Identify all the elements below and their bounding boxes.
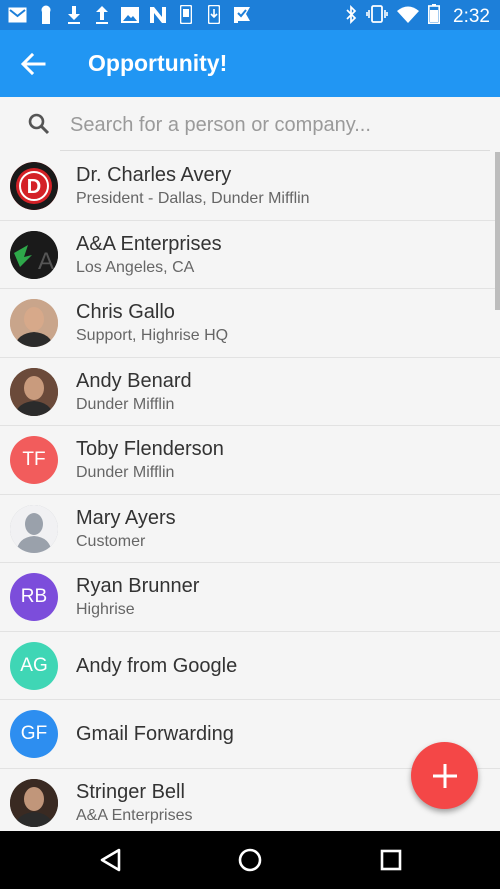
contact-name: Chris Gallo: [76, 301, 175, 323]
status-time: 2:32: [453, 6, 490, 27]
n-app-icon: [148, 5, 167, 24]
contact-subtitle: Highrise: [76, 601, 135, 618]
contact-avatar: [10, 367, 58, 416]
bluetooth-icon: [345, 4, 357, 30]
contact-subtitle: Dunder Mifflin: [76, 395, 175, 413]
contact-name: Toby Flenderson: [76, 438, 224, 460]
contact-subtitle: A&A Enterprises: [76, 806, 193, 824]
avatar-initials: AG: [20, 654, 48, 676]
contact-subtitle: Dunder Mifflin: [76, 464, 175, 481]
contact-avatar: [10, 299, 58, 347]
contact-row[interactable]: D Dr. Charles Avery President - Dallas, Du…: [0, 152, 500, 221]
avatar-initials: TF: [22, 449, 46, 470]
contact-row[interactable]: Andy Benard Dunder Mifflin: [0, 358, 500, 426]
contact-name: Gmail Forwarding: [76, 723, 234, 745]
back-triangle-icon[interactable]: [98, 847, 124, 873]
status-bar: 2:32: [0, 0, 500, 30]
contact-avatar: RB: [10, 573, 58, 621]
contact-row[interactable]: RB Ryan Brunner Highrise: [0, 563, 500, 632]
wifi-icon: [397, 6, 420, 29]
search-input[interactable]: [68, 108, 482, 142]
battery-icon: [428, 4, 441, 30]
contact-avatar: GF: [10, 710, 58, 758]
phone-icon: [176, 5, 195, 24]
avatar-initials: RB: [20, 586, 48, 607]
contact-row[interactable]: AG Andy from Google: [0, 632, 500, 700]
contact-name: Andy from Google: [76, 654, 238, 677]
vibrate-icon: [366, 5, 388, 29]
phone-download-icon: [204, 5, 223, 24]
contact-row[interactable]: A A&A Enterprises Los Angeles, CA: [0, 221, 500, 289]
contact-list[interactable]: D Dr. Charles Avery President - Dallas, Du…: [0, 152, 500, 831]
contact-subtitle: Support, Highrise HQ: [76, 327, 229, 344]
contact-row[interactable]: Chris Gallo Support, Highrise HQ: [0, 289, 500, 358]
contact-subtitle: President - Dallas, Dunder Mifflin: [76, 190, 310, 207]
contact-subtitle: Customer: [76, 532, 146, 550]
add-contact-button[interactable]: [411, 742, 478, 809]
avatar-initials: GF: [20, 723, 48, 744]
page-title: Opportunity!: [88, 50, 228, 76]
contact-name: A&A Enterprises: [76, 232, 222, 255]
contact-avatar: D: [10, 162, 58, 210]
contact-avatar: TF: [10, 436, 58, 484]
contact-row[interactable]: TF Toby Flenderson Dunder Mifflin: [0, 426, 500, 495]
search-bar: [0, 97, 500, 152]
contact-avatar: [10, 778, 58, 827]
search-icon: [27, 112, 51, 136]
contact-avatar: A: [10, 230, 58, 279]
search-underline: [60, 150, 490, 151]
contact-row[interactable]: Mary Ayers Customer: [0, 495, 500, 563]
scrollbar[interactable]: [495, 152, 500, 310]
contact-avatar: AG: [10, 641, 58, 690]
svg-text:A: A: [38, 248, 54, 275]
back-arrow-icon[interactable]: [20, 51, 46, 77]
check-flag-icon: [232, 5, 251, 24]
recents-square-icon[interactable]: [378, 847, 404, 873]
contact-name: Ryan Brunner: [76, 575, 200, 597]
download-icon: [64, 5, 83, 24]
contact-name: Stringer Bell: [76, 780, 185, 803]
contact-name: Andy Benard: [76, 369, 192, 392]
navigation-bar: [0, 831, 500, 889]
contact-avatar: [10, 504, 58, 553]
contact-name: Mary Ayers: [76, 506, 176, 529]
status-notification-icons: [8, 5, 251, 24]
plus-icon: [432, 763, 457, 788]
svg-text:D: D: [27, 176, 41, 198]
app-bar: Opportunity!: [0, 30, 500, 97]
contact-name: Dr. Charles Avery: [76, 164, 232, 186]
home-circle-icon[interactable]: [237, 847, 263, 873]
status-system-icons: 2:32: [345, 4, 490, 30]
image-icon: [120, 5, 139, 24]
mail-icon: [8, 5, 27, 24]
bookmark-icon: [36, 5, 55, 24]
contact-subtitle: Los Angeles, CA: [76, 258, 195, 276]
upload-icon: [92, 5, 111, 24]
